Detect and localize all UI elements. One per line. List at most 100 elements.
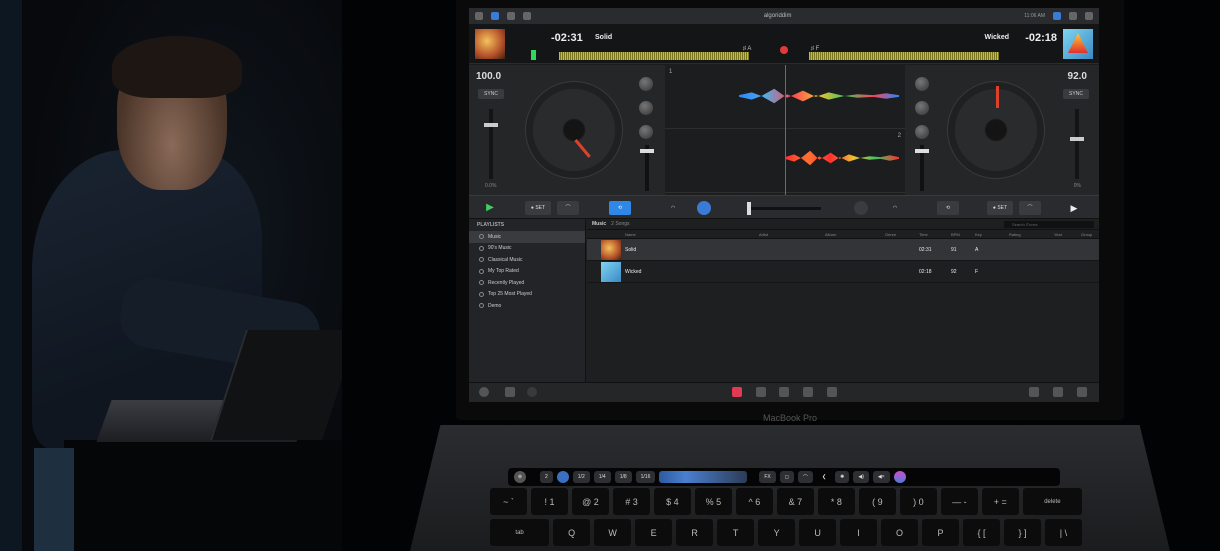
col-genre[interactable]: Genre (885, 232, 896, 237)
siri-icon[interactable] (893, 471, 906, 483)
sidebar-item-demo[interactable]: Demo (469, 300, 585, 312)
key-3[interactable]: # 3 (612, 488, 650, 515)
deck-a-eq-low-knob[interactable] (639, 125, 653, 139)
deck-a-play-button[interactable]: ▶ (483, 201, 497, 215)
key-9[interactable]: ( 9 (858, 488, 896, 515)
key-delete[interactable]: delete (1022, 488, 1082, 515)
deck-b-fx-knob[interactable] (854, 201, 868, 215)
music-note-icon[interactable] (756, 387, 766, 397)
brightness-icon[interactable]: ✺ (835, 471, 850, 483)
deck-a-sync-button[interactable]: SYNC (478, 89, 504, 99)
deck-a-turntable[interactable] (525, 81, 623, 179)
mixer-icon[interactable] (1085, 12, 1093, 20)
mute-icon[interactable]: ◀× (872, 471, 890, 483)
key-4[interactable]: $ 4 (653, 488, 691, 515)
key-7[interactable]: & 7 (776, 488, 814, 515)
panel-icon[interactable] (1077, 387, 1087, 397)
deck-b-cue-button[interactable]: ⌒ (1019, 201, 1041, 215)
col-group[interactable]: Group (1081, 232, 1092, 237)
key-w[interactable]: W (594, 519, 632, 546)
deck-b-volume-fader[interactable] (915, 145, 929, 191)
deck-b-overview-waveform[interactable] (809, 52, 999, 60)
key-backslash[interactable]: | \ (1044, 519, 1082, 546)
deck-b-eq-mid-knob[interactable] (915, 101, 929, 115)
beat-jump-handle[interactable] (556, 471, 569, 483)
deck-a-set-cue-button[interactable]: ● SET (525, 201, 551, 215)
speaker-icon[interactable] (475, 12, 483, 20)
volume-icon[interactable]: ◀) (853, 471, 869, 483)
key-bracket-left[interactable]: { [ (963, 519, 1000, 546)
headphones-icon[interactable] (491, 12, 499, 20)
key-6[interactable]: ^ 6 (735, 488, 773, 515)
beat-2-button[interactable]: 2 (540, 471, 553, 483)
grid-icon[interactable] (523, 12, 531, 20)
deck-a-overview-waveform[interactable] (559, 52, 749, 60)
collapse-chevron-icon[interactable]: ❮ (817, 471, 831, 483)
deck-b-eq-low-knob[interactable] (915, 125, 929, 139)
key-2[interactable]: @ 2 (571, 488, 609, 515)
beat-half-button[interactable]: 1/2 (572, 471, 590, 483)
key-r[interactable]: R (676, 519, 714, 546)
key-0[interactable]: ) 0 (899, 488, 937, 515)
loop-icon[interactable]: ◻ (779, 471, 794, 483)
sidebar-item-classical-music[interactable]: Classical Music (469, 254, 585, 266)
sampler-icon[interactable] (1053, 387, 1063, 397)
key-t[interactable]: T (717, 519, 755, 546)
deck-a-eq-high-knob[interactable] (639, 77, 653, 91)
sidebar-item-my-top-rated[interactable]: My Top Rated (469, 266, 585, 278)
beat-eighth-button[interactable]: 1/8 (614, 471, 632, 483)
fx-button[interactable]: FX (759, 471, 776, 483)
sidebar-item-90s-music[interactable]: 90's Music (469, 243, 585, 255)
key-q[interactable]: Q (553, 519, 591, 546)
beat-sixteenth-button[interactable]: 1/16 (635, 471, 656, 483)
key-equals[interactable]: + = (981, 488, 1019, 515)
table-row[interactable]: Wicked 02:18 92 F (587, 261, 1099, 283)
cue-icon[interactable]: ⌒ (797, 471, 813, 483)
deck-b-pitch-slider[interactable] (1070, 109, 1084, 179)
fx-knob[interactable] (697, 201, 711, 215)
esc-key[interactable]: ⊗ (514, 471, 526, 483)
settings-icon[interactable] (1053, 12, 1061, 20)
col-name[interactable]: Name (625, 232, 636, 237)
deck-b-headphones-icon[interactable]: ◠ (889, 201, 901, 215)
crossfader[interactable] (747, 202, 821, 215)
key-y[interactable]: Y (758, 519, 796, 546)
key-i[interactable]: I (840, 519, 878, 546)
key-tilde[interactable]: ~ ` (490, 488, 527, 515)
spin-icon[interactable] (527, 387, 537, 397)
deck-b-turntable[interactable] (947, 81, 1045, 179)
sidebar-item-top-25[interactable]: Top 25 Most Played (469, 289, 585, 301)
table-row[interactable]: Solid 02:31 91 A (587, 239, 1099, 261)
itunes-library-icon[interactable] (732, 387, 742, 397)
layout-icon[interactable] (1069, 12, 1077, 20)
deck-b-set-cue-button[interactable]: ● SET (987, 201, 1013, 215)
key-e[interactable]: E (635, 519, 673, 546)
deck-b-artwork[interactable] (1063, 29, 1093, 59)
deck-b-bpm[interactable]: 92.0 (1068, 71, 1087, 82)
col-album[interactable]: Album (825, 232, 836, 237)
song-count[interactable]: 2 Songs (611, 221, 629, 227)
touchbar-waveform[interactable] (659, 471, 748, 483)
search-field[interactable]: Search iTunes (1004, 220, 1094, 228)
deck-a-volume-fader[interactable] (640, 145, 654, 191)
deck-b-sync-button[interactable]: SYNC (1063, 89, 1089, 99)
microphone-icon[interactable] (507, 12, 515, 20)
deck-b-loop-button[interactable]: ⟲ (937, 201, 959, 215)
deck-b-eq-high-knob[interactable] (915, 77, 929, 91)
key-o[interactable]: O (881, 519, 919, 546)
sidebar-item-music[interactable]: Music (469, 231, 585, 243)
deck-b-play-button[interactable]: ▶ (1067, 201, 1081, 215)
sidebar-item-recently-played[interactable]: Recently Played (469, 277, 585, 289)
beat-quarter-button[interactable]: 1/4 (593, 471, 611, 483)
deck-a-eq-mid-knob[interactable] (639, 101, 653, 115)
col-bpm[interactable]: BPM (951, 232, 960, 237)
col-key[interactable]: Key (975, 232, 982, 237)
waveform-view[interactable]: 1 2 (665, 65, 905, 195)
deck-a-loop-button[interactable]: ⟲ (609, 201, 631, 215)
key-1[interactable]: ! 1 (530, 488, 568, 515)
user-icon[interactable] (779, 387, 789, 397)
key-5[interactable]: % 5 (694, 488, 732, 515)
key-p[interactable]: P (922, 519, 960, 546)
video-icon[interactable] (505, 387, 515, 397)
deck-a-bpm[interactable]: 100.0 (476, 71, 501, 82)
